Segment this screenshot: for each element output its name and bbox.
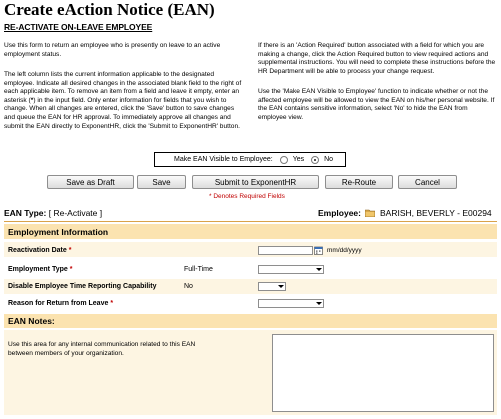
divider xyxy=(4,221,497,222)
required-asterisk: * xyxy=(68,247,72,254)
instructions-left-p1: Use this form to return an employee who … xyxy=(4,42,221,58)
reactivation-date-label-text: Reactivation Date xyxy=(8,247,67,254)
date-format-hint: mm/dd/yyyy xyxy=(327,247,362,254)
visibility-yes-radio[interactable] xyxy=(279,155,288,164)
reason-return-label-text: Reason for Return from Leave xyxy=(8,300,109,307)
employment-type-current: Full-Time xyxy=(184,266,213,273)
visibility-yes-label[interactable]: Yes xyxy=(293,156,304,163)
disable-time-select[interactable] xyxy=(258,282,286,291)
employment-info-header: Employment Information xyxy=(4,224,497,239)
save-as-draft-button[interactable]: Save as Draft xyxy=(47,175,134,189)
required-asterisk: * xyxy=(69,266,73,273)
ean-type-label: EAN Type: xyxy=(4,208,47,218)
chevron-down-icon xyxy=(278,285,284,288)
ean-type-value: [ Re-Activate ] xyxy=(48,208,103,218)
page-subtitle: RE-ACTIVATE ON-LEAVE EMPLOYEE xyxy=(4,22,153,32)
ean-notes-header: EAN Notes: xyxy=(4,314,497,328)
cancel-button[interactable]: Cancel xyxy=(398,175,457,189)
employee-info: Employee: BARISH, BEVERLY - E00294 xyxy=(318,208,492,218)
employment-type-label: Employment Type * xyxy=(8,266,72,273)
visibility-no-label[interactable]: No xyxy=(324,156,333,163)
chevron-down-icon xyxy=(316,268,322,271)
re-route-button[interactable]: Re-Route xyxy=(325,175,393,189)
visibility-no-radio[interactable] xyxy=(311,155,320,164)
employee-folder-icon xyxy=(365,209,375,217)
instructions-right-p2: Use the 'Make EAN Visible to Employee' f… xyxy=(258,88,495,121)
save-button[interactable]: Save xyxy=(137,175,186,189)
instructions-right-p1: If there is an 'Action Required' button … xyxy=(258,42,496,75)
ean-type: EAN Type: [ Re-Activate ] xyxy=(4,208,102,218)
disable-time-current: No xyxy=(184,283,193,290)
disable-time-label: Disable Employee Time Reporting Capabili… xyxy=(8,283,157,290)
ean-notes-help: Use this area for any internal communica… xyxy=(8,341,196,357)
visibility-panel: Make EAN Visible to Employee: Yes No xyxy=(154,152,346,167)
visibility-label: Make EAN Visible to Employee: xyxy=(174,156,273,163)
submit-to-exponenthr-button[interactable]: Submit to ExponentHR xyxy=(192,175,319,189)
reason-return-label: Reason for Return from Leave * xyxy=(8,300,113,307)
employment-type-select[interactable] xyxy=(258,265,324,274)
page-title: Create eAction Notice (EAN) xyxy=(4,0,215,19)
employee-label: Employee: xyxy=(318,208,361,218)
instructions-left-p2-b: ) in the input field. Only enter informa… xyxy=(4,96,240,130)
reason-return-select[interactable] xyxy=(258,299,324,308)
calendar-icon[interactable] xyxy=(314,246,323,255)
reactivation-date-input[interactable] xyxy=(258,246,313,255)
instructions-left-p2: The left column lists the current inform… xyxy=(4,71,246,131)
employee-value: BARISH, BEVERLY - E00294 xyxy=(380,208,492,218)
required-fields-note: * Denotes Required Fields xyxy=(209,193,285,200)
employment-type-label-text: Employment Type xyxy=(8,266,68,273)
ean-notes-textarea[interactable] xyxy=(272,334,494,412)
chevron-down-icon xyxy=(316,302,322,305)
reactivation-date-label: Reactivation Date * xyxy=(8,247,71,254)
row-bg xyxy=(4,242,497,257)
required-asterisk: * xyxy=(110,300,114,307)
